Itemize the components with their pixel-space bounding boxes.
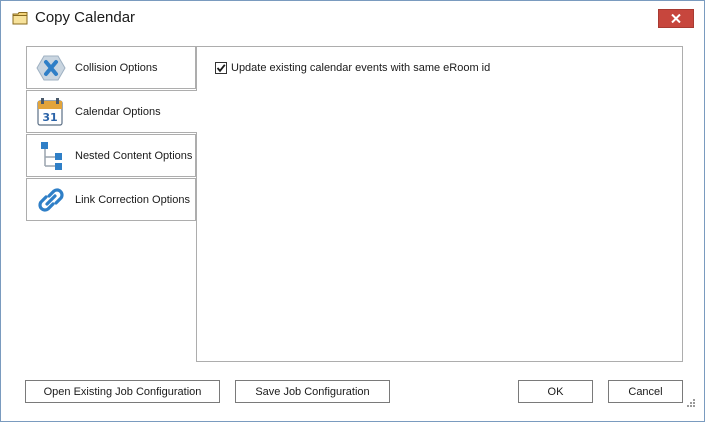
calendar-31-icon: 31 — [37, 98, 63, 126]
tab-nested-content-options[interactable]: Nested Content Options — [26, 134, 196, 177]
dialog-body: Collision Options 31 Calendar Options Ne… — [9, 34, 696, 412]
folder-icon — [12, 12, 28, 25]
tab-link-correction-options[interactable]: Link Correction Options — [26, 178, 196, 221]
tree-hierarchy-icon — [41, 142, 62, 170]
tab-label: Nested Content Options — [75, 150, 193, 162]
resize-grip-icon[interactable] — [686, 398, 696, 408]
checkmark-icon — [216, 64, 226, 73]
update-events-label: Update existing calendar events with sam… — [231, 62, 491, 74]
tab-calendar-options[interactable]: 31 Calendar Options — [26, 90, 197, 133]
close-icon — [671, 14, 681, 23]
calendar-options-panel: Update existing calendar events with sam… — [196, 46, 683, 362]
update-events-checkbox[interactable] — [215, 62, 227, 74]
collision-x-icon — [36, 55, 66, 81]
save-job-button[interactable]: Save Job Configuration — [235, 380, 390, 403]
tab-label: Link Correction Options — [75, 194, 190, 206]
tab-label: Calendar Options — [75, 106, 161, 118]
open-existing-job-button[interactable]: Open Existing Job Configuration — [25, 380, 220, 403]
copy-calendar-dialog: Copy Calendar Collision Options 31 Calen… — [0, 0, 705, 422]
update-events-option[interactable]: Update existing calendar events with sam… — [215, 62, 490, 74]
tab-label: Collision Options — [75, 62, 158, 74]
title-bar[interactable]: Copy Calendar — [1, 1, 704, 34]
ok-button[interactable]: OK — [518, 380, 593, 403]
svg-text:31: 31 — [42, 111, 57, 124]
cancel-button[interactable]: Cancel — [608, 380, 683, 403]
close-button[interactable] — [658, 9, 694, 28]
window-title: Copy Calendar — [35, 9, 136, 26]
chain-link-icon — [38, 188, 64, 212]
tab-collision-options[interactable]: Collision Options — [26, 46, 196, 89]
